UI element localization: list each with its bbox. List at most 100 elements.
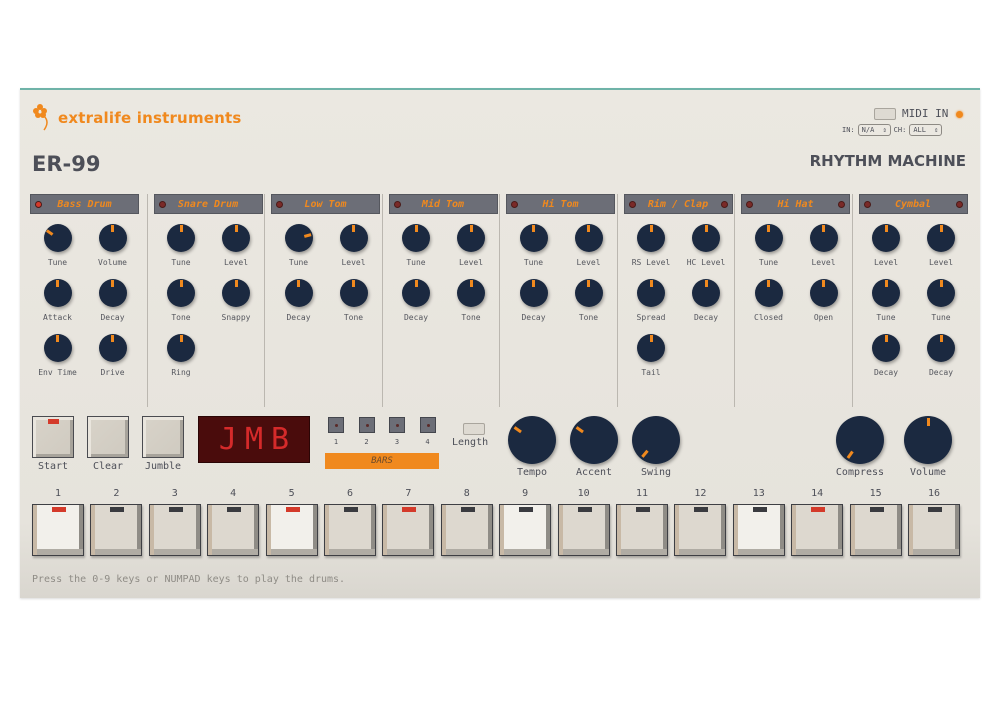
level-knob[interactable] [574,224,603,252]
tune-knob[interactable] [519,224,548,252]
step-15-button[interactable] [849,504,902,556]
bar-3-button[interactable] [389,417,405,433]
step-5-button[interactable] [265,504,318,556]
decay-knob[interactable] [692,279,720,307]
step-9-button[interactable] [499,504,552,556]
tune-knob[interactable] [43,224,72,252]
step-8-button[interactable] [440,504,493,556]
step-led [811,507,826,512]
knob-label: Attack [43,313,72,322]
level-knob[interactable] [927,224,955,252]
step-14-button[interactable] [791,504,844,556]
knob-control: Tune [154,224,209,267]
swing-knob[interactable] [632,416,680,464]
strip-cymbal: Cymbal Level Level Tune Tune Decay Decay [853,194,971,407]
knob-control: Tone [154,279,209,322]
volume-knob[interactable] [904,416,952,464]
tune-knob[interactable] [927,279,955,307]
tail-knob[interactable] [637,334,665,362]
midi-in-select[interactable]: N/A ⇕ [857,124,891,136]
closed-knob[interactable] [754,279,783,307]
level-knob[interactable] [457,224,485,252]
decay-knob[interactable] [284,279,313,307]
trigger-led-icon [276,201,283,208]
level-knob[interactable] [339,224,368,252]
select-arrows-icon: ⇕ [882,126,887,134]
knob-control: Decay [85,279,140,322]
knob-label: Tune [47,258,68,267]
open-knob[interactable] [809,279,838,307]
snappy-knob[interactable] [222,279,250,307]
step-2-button[interactable] [90,504,143,556]
knob-control: Tone [561,279,616,322]
knob-label: Level [873,258,899,267]
volume-knob[interactable] [98,224,127,252]
decay-knob[interactable] [98,279,127,307]
trigger-led-icon [628,201,636,208]
step-number: 15 [869,488,882,499]
step-16-button[interactable] [908,504,960,556]
level-knob[interactable] [809,224,838,252]
accent-knob[interactable] [570,416,618,464]
length-button[interactable] [463,423,485,435]
tone-knob[interactable] [457,279,485,307]
step-11-button[interactable] [616,504,668,556]
midi-channel-select[interactable]: ALL ⇕ [909,124,943,136]
midi-in-toggle[interactable] [874,108,896,120]
knob-label: Volume [98,258,127,267]
step-12-button[interactable] [674,504,727,556]
decay-knob[interactable] [872,334,900,362]
knob-indicator [297,279,300,293]
tune-knob[interactable] [167,224,195,252]
swing-label: Swing [640,467,672,478]
start-button[interactable] [32,416,74,458]
drive-knob[interactable] [98,334,127,362]
bar-number: 1 [333,438,339,446]
step-led [577,507,592,512]
step-1-button[interactable] [32,504,84,556]
tune-knob[interactable] [402,224,430,252]
step-7-button[interactable] [382,504,435,556]
jumble-button[interactable] [142,416,184,458]
decay-knob[interactable] [927,334,955,362]
step-6-button[interactable] [324,504,376,556]
knob-label: Tune [931,313,951,322]
attack-knob[interactable] [43,279,72,307]
tone-knob[interactable] [339,279,368,307]
bar-1-button[interactable] [328,417,344,433]
tune-knob[interactable] [872,279,900,307]
midi-led-indicator [956,111,963,118]
knob-indicator [111,334,114,348]
bar-4-button[interactable] [419,417,436,433]
knob-control: Level [914,224,969,267]
level-knob[interactable] [872,224,900,252]
spread-knob[interactable] [637,279,665,307]
rs-level-knob[interactable] [637,224,665,252]
tempo-knob[interactable] [508,416,556,464]
trigger-led-icon [863,201,871,208]
knob-label: Tune [523,258,544,267]
knob-control: Level [796,224,851,267]
step-13-button[interactable] [732,504,785,556]
hc-level-knob[interactable] [692,224,720,252]
knob-indicator [532,224,535,238]
ring-knob[interactable] [167,334,195,362]
clear-button[interactable] [87,416,129,458]
bar-led-icon [335,424,338,427]
tone-knob[interactable] [167,279,195,307]
compress-knob[interactable] [836,416,884,464]
decay-knob[interactable] [519,279,548,307]
tone-knob[interactable] [574,279,603,307]
tune-knob[interactable] [284,224,313,252]
knob-label: Decay [403,313,429,322]
step-10-button[interactable] [557,504,610,556]
strip-title: Hi Tom [542,198,579,210]
bar-2-button[interactable] [358,417,375,433]
tune-knob[interactable] [754,224,783,252]
step-4-button[interactable] [207,504,260,556]
level-knob[interactable] [222,224,250,252]
decay-knob[interactable] [402,279,430,307]
step-3-button[interactable] [148,504,201,556]
env-time-knob[interactable] [43,334,72,362]
knob-label: Tune [171,258,191,267]
